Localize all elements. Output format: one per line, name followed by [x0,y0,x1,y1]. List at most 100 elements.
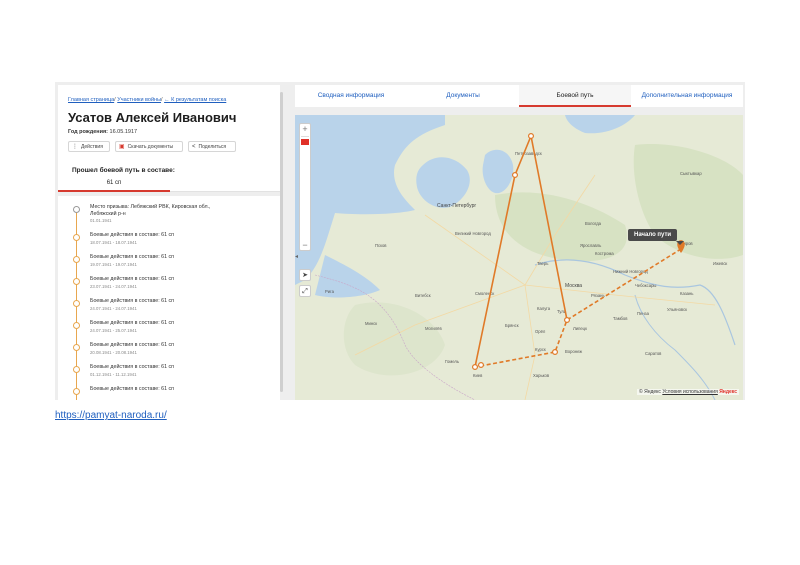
timeline-dot [73,388,80,395]
tab-additional-info[interactable]: Дополнительная информация [631,85,743,107]
city-label: Брянск [505,323,519,328]
city-label: Киев [473,373,483,378]
timeline-item-text: Боевые действия в составе: 61 сп [90,276,175,282]
city-label: Казань [680,291,694,296]
timeline-item-date: 01.12.1941 - 11.12.1941 [90,372,137,377]
timeline-item-text: Боевые действия в составе: 61 сп [90,254,175,260]
timeline-dot [73,344,80,351]
city-label: Санкт-Петербург [437,203,476,209]
source-url-link[interactable]: https://pamyat-naroda.ru/ [55,410,167,421]
breadcrumb: Главная страница/ Участники войны/ ← К р… [68,97,226,103]
back-to-results-link[interactable]: ← К результатам поиска [164,97,226,103]
screenshot-panel: Главная страница/ Участники войны/ ← К р… [55,82,745,400]
expand-icon: ⤢ [302,288,308,295]
timeline-item-date: 01.01.1941 [90,218,112,223]
timeline-dot [73,278,80,285]
city-label: Витебск [415,293,431,298]
timeline-dot [73,234,80,241]
zoom-indicator [301,139,309,145]
city-label: Курск [535,347,546,352]
breadcrumb-home-link[interactable]: Главная страница [68,97,114,103]
city-label: Калуга [537,306,551,311]
city-label: Липецк [573,326,587,331]
download-button-label: Скачать документы [127,143,174,150]
timeline-item-line: Лебяжский р-н [90,210,126,217]
route-marker[interactable] [472,364,479,371]
timeline-item-text: Место призыва: Лебяжский РВК, Кировская … [90,204,210,217]
terms-of-use-link[interactable]: Условия использования [662,389,718,395]
city-label: Ярославль [580,243,602,248]
breadcrumb-separator: / [114,97,116,103]
yandex-logo: Яндекс [719,389,737,395]
breadcrumb-participants-link[interactable]: Участники войны [117,97,161,103]
download-documents-button[interactable]: ▣ Скачать документы [115,141,183,152]
tab-documents[interactable]: Документы [407,85,519,107]
timeline-item-date: 20.08.1941 - 20.08.1941 [90,350,137,355]
city-label: Москва [565,283,582,289]
birth-date: Год рождения: 16.05.1917 [68,129,137,135]
timeline-item-date: 24.07.1941 - 24.07.1941 [90,306,137,311]
left-scrollbar[interactable] [280,92,283,392]
actions-button[interactable]: ⋮ Действия [68,141,110,152]
navigation-arrow-icon: ➤ [302,272,308,279]
combat-path-map[interactable]: Санкт-Петербург Москва Петрозаводск Сыкт… [295,115,743,400]
share-button-label: Поделиться [198,143,227,150]
city-label: Орёл [535,329,546,334]
city-label: Воронеж [565,349,582,354]
tab-combat-path[interactable]: Боевой путь [519,85,631,107]
page-title: Усатов Алексей Иванович [68,110,237,125]
timeline-item-line: Место призыва: Лебяжский РВК, Кировская … [90,204,211,210]
route-marker[interactable] [478,362,485,369]
route-marker[interactable] [528,133,535,140]
route-marker[interactable] [512,171,519,178]
unit-tab-61sp[interactable]: 61 сп [58,177,170,192]
city-label: Харьков [533,373,550,378]
zoom-in-button[interactable]: + [300,124,310,134]
city-label: Великий Новгород [455,231,491,236]
geolocation-button[interactable]: ➤ [299,269,311,281]
city-label: Кострома [595,251,614,256]
chevron-left-icon[interactable]: ◂ [295,253,301,263]
share-button[interactable]: < Поделиться [188,141,236,152]
city-label: Сыктывкар [680,171,702,176]
city-label: Минск [365,321,377,326]
units-heading: Прошел боевой путь в составе: [72,167,175,174]
city-label: Пенза [637,311,650,316]
timeline-item-date: 18.07.1941 - 18.07.1941 [90,240,137,245]
city-label: Вологда [585,221,602,226]
breadcrumb-separator: / [161,97,163,103]
city-label: Чебоксары [635,283,656,288]
tab-summary[interactable]: Сводная информация [295,85,407,107]
timeline-list: Место призыва: Лебяжский РВК, Кировская … [58,196,280,400]
birth-date-value: 16.05.1917 [109,129,138,135]
timeline-item-date: 23.07.1941 - 24.07.1941 [90,284,137,289]
timeline-item-text: Боевые действия в составе: 61 сп [90,342,175,348]
timeline-dot [73,206,80,213]
person-card: Главная страница/ Участники войны/ ← К р… [58,85,280,192]
timeline-item-text: Боевые действия в составе: 61 сп [90,232,175,238]
route-marker[interactable] [552,349,559,356]
city-label: Петрозаводск [515,151,542,156]
city-label: Тверь [537,261,549,266]
map-canvas: Санкт-Петербург Москва Петрозаводск Сыкт… [295,115,743,400]
fullscreen-button[interactable]: ⤢ [299,285,311,297]
more-vertical-icon: ⋮ [72,144,78,150]
city-label: Ижевск [713,261,727,266]
city-label: Могилёв [425,326,443,331]
timeline-dot [73,300,80,307]
zoom-out-button[interactable]: − [300,240,310,250]
city-label: Тамбов [613,316,628,321]
units-tabs: 61 сп [58,177,280,192]
city-label: Нижний Новгород [613,269,648,274]
copyright-text: © Яндекс [639,389,661,395]
timeline-dot [73,322,80,329]
route-marker[interactable] [564,317,571,324]
actions-button-label: Действия [81,143,103,150]
map-copyright: © Яндекс Условия использования Яндекс [637,389,739,395]
city-label: Гомель [445,359,460,364]
timeline-item-date: 24.07.1941 - 25.07.1941 [90,328,137,333]
city-label: Рига [325,289,335,294]
start-tooltip: Начало пути [628,229,685,245]
zoom-control[interactable]: + − [299,123,311,251]
zoom-slider[interactable] [301,136,309,239]
